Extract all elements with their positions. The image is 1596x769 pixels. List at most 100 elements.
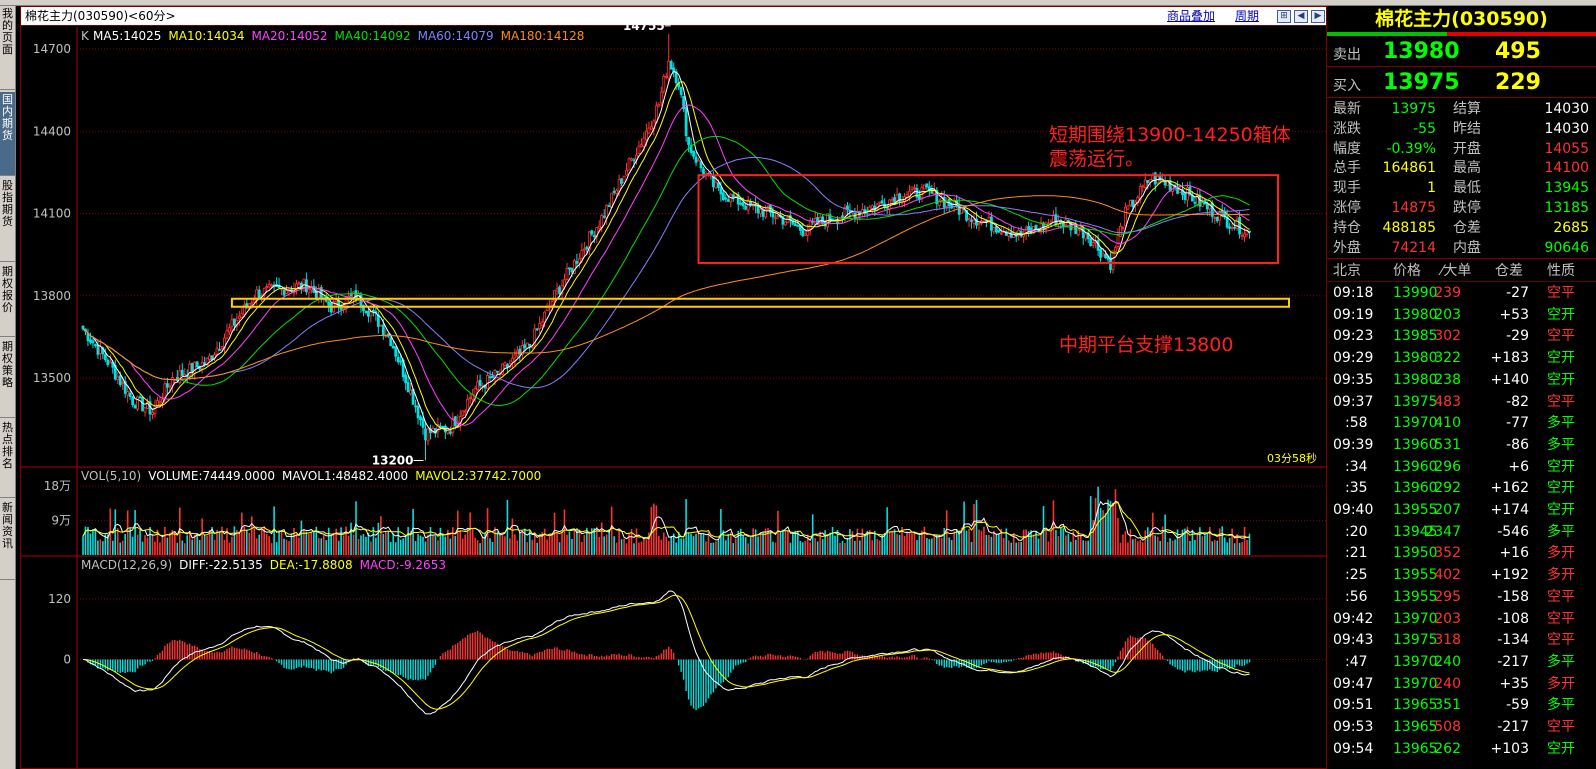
volume-bar: [275, 542, 278, 555]
tick-row[interactable]: 09:53 13965 508 -217 空平: [1327, 717, 1596, 739]
tick-row[interactable]: 09:23 13985 302 -29 空平: [1327, 326, 1596, 348]
volume-bar: [377, 522, 380, 555]
tick-time: :20: [1345, 523, 1368, 540]
candle-body: [550, 301, 554, 306]
sell-volume: 495: [1495, 39, 1541, 64]
candle-body: [741, 201, 745, 207]
stat-row: 现手 1 最低 13945: [1327, 178, 1596, 198]
volume-bar: [422, 536, 424, 555]
candle-body: [396, 357, 400, 363]
volume-bar: [938, 535, 941, 555]
quote-panel: 棉花主力(030590) 卖出 13980 495 买入 13975 229 最…: [1327, 6, 1596, 769]
volume-bar: [1114, 489, 1117, 555]
candle-body: [1143, 179, 1147, 188]
ma-legend-item: MA180:14128: [501, 29, 585, 43]
tick-list[interactable]: 北京 价格 ⁄大单 仓差 性质 09:18 13990 239 -27 空平 09:19 13980…: [1327, 260, 1596, 769]
tick-row[interactable]: :25 13955 402 +192 多开: [1327, 565, 1596, 587]
volume-bar: [603, 536, 606, 555]
candle-body: [1131, 199, 1135, 207]
candle-body: [1228, 226, 1232, 229]
volume-bar: [102, 541, 104, 555]
tick-row[interactable]: :47 13970 240 -217 多平: [1327, 652, 1596, 674]
tick-vol: 240: [1434, 675, 1461, 692]
volume-bar: [1074, 539, 1077, 555]
nav-tab-0[interactable]: 我的页面: [0, 6, 15, 90]
volume-bar: [1137, 541, 1139, 555]
tick-row[interactable]: 09:39 13960 531 -86 多平: [1327, 435, 1596, 457]
volume-bar: [434, 535, 437, 555]
volume-bar: [459, 530, 462, 555]
tick-row[interactable]: 09:42 13970 203 -108 空平: [1327, 609, 1596, 631]
tick-row[interactable]: :34 13960 296 +6 空开: [1327, 457, 1596, 479]
tick-row[interactable]: 09:18 13990 239 -27 空平: [1327, 283, 1596, 305]
tick-row[interactable]: 09:43 13975 318 -134 空平: [1327, 630, 1596, 652]
volume-bar: [380, 516, 382, 555]
nav-tab-2[interactable]: 股指期货: [0, 178, 15, 262]
macd-legend-item: MACD(12,26,9): [81, 558, 172, 572]
candle-body: [1240, 234, 1244, 237]
volume-bar: [131, 536, 134, 555]
tick-row[interactable]: 09:19 13980 203 +53 空开: [1327, 305, 1596, 327]
candle-body: [803, 233, 807, 236]
candle-body: [913, 187, 916, 190]
tick-row[interactable]: 09:35 13980 238 +140 空开: [1327, 370, 1596, 392]
volume-bar: [176, 542, 179, 555]
nav-tab-3[interactable]: 期权报价: [0, 264, 15, 337]
volume-bar: [489, 538, 491, 555]
candle-body: [255, 289, 259, 300]
candle-body: [195, 361, 199, 368]
volume-bar: [97, 540, 99, 555]
volume-bar: [675, 542, 677, 555]
volume-bar: [988, 535, 990, 555]
tick-diff: -29: [1506, 328, 1529, 345]
tick-row[interactable]: :20 13945 2347 -546 多平: [1327, 522, 1596, 544]
volume-bar: [968, 528, 970, 555]
volume-bar: [1146, 527, 1149, 555]
nav-tab-6[interactable]: 新闻资讯: [0, 500, 15, 580]
candle-body: [416, 405, 420, 419]
volume-bar: [278, 530, 280, 555]
tick-row[interactable]: 09:51 13965 351 -59 多平: [1327, 695, 1596, 717]
tick-row[interactable]: :21 13950 352 +16 多开: [1327, 543, 1596, 565]
nav-tab-4[interactable]: 期权策略: [0, 339, 15, 418]
volume-bar: [903, 536, 906, 555]
volume-bar: [1112, 502, 1114, 555]
candle-body: [448, 431, 452, 434]
volume-bar: [856, 528, 859, 555]
volume-bar: [305, 531, 308, 555]
nav-tab-1[interactable]: 国内期货: [0, 92, 15, 176]
tick-row[interactable]: 09:54 13965 262 +103 空开: [1327, 739, 1596, 761]
macd-legend-item: DEA:-17.8808: [270, 558, 353, 572]
volume-bar: [452, 527, 454, 555]
tick-row[interactable]: :56 13955 295 -158 空平: [1327, 587, 1596, 609]
tick-nature: 空开: [1547, 502, 1575, 518]
volume-bar: [1003, 538, 1005, 555]
volume-bar: [87, 527, 89, 555]
volume-bar: [362, 534, 365, 555]
volume-bar: [404, 535, 407, 555]
tick-row[interactable]: 09:29 13980 322 +183 空开: [1327, 348, 1596, 370]
stat-value: 14030: [1544, 120, 1589, 137]
chart-svg[interactable]: 14700 14400 14100 13800 13500 18万 9万 120 0 14755 1…: [21, 7, 1326, 768]
candle-body: [476, 381, 480, 390]
candle-body: [1215, 216, 1219, 222]
stat-label: 持仓: [1333, 219, 1361, 236]
tick-row[interactable]: 09:47 13970 240 +35 多开: [1327, 674, 1596, 696]
tick-diff: -82: [1506, 393, 1529, 410]
tick-header: 北京 价格 ⁄大单 仓差 性质: [1327, 260, 1596, 282]
tick-diff: -134: [1497, 632, 1529, 649]
tick-row[interactable]: :35 13960 292 +162 空开: [1327, 478, 1596, 500]
volume-bar: [322, 535, 325, 555]
stat-label: 涨停: [1333, 200, 1361, 216]
stat-row: 涨跌 -55 昨结 14030: [1327, 119, 1596, 139]
nav-tab-5[interactable]: 热点排名: [0, 420, 15, 498]
volume-bar: [469, 512, 471, 555]
tick-nature: 空开: [1547, 740, 1575, 757]
buy-price: 13975: [1383, 70, 1460, 95]
candle-body: [103, 354, 107, 361]
tick-row[interactable]: :58 13970 410 -77 多平: [1327, 413, 1596, 435]
volume-bar: [223, 539, 226, 555]
tick-row[interactable]: 09:40 13955 207 +174 空开: [1327, 500, 1596, 522]
candle-body: [592, 235, 596, 238]
tick-row[interactable]: 09:37 13975 483 -82 空平: [1327, 392, 1596, 414]
